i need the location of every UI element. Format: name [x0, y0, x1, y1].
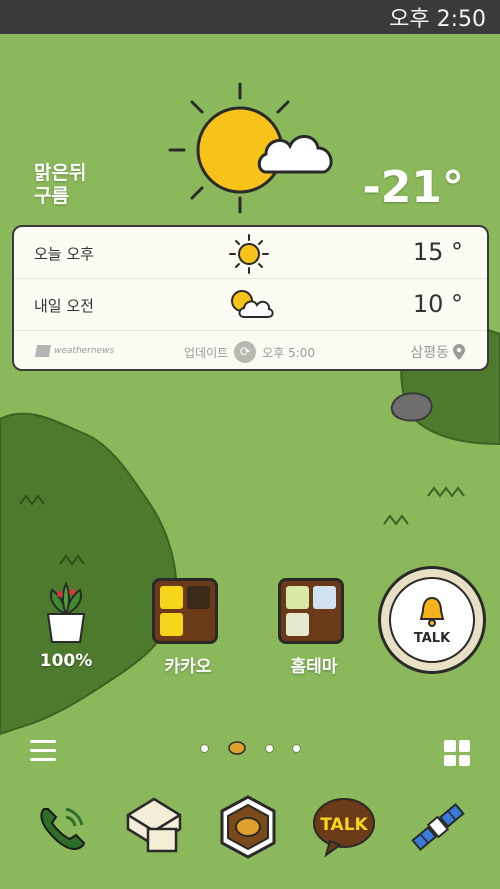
- home-theme-folder-icon: [278, 578, 344, 644]
- status-bar: 오후 2:50: [0, 0, 500, 34]
- condition-line2: 구름: [34, 185, 69, 207]
- current-page-icon[interactable]: [227, 740, 247, 756]
- plant-battery-icon: [46, 581, 86, 643]
- update-info[interactable]: 업데이트 ⟳ 오후 5:00: [184, 341, 315, 363]
- kakao-story-icon[interactable]: [216, 795, 280, 859]
- update-time: 오후 5:00: [262, 345, 316, 360]
- forecast-row: 오늘 오후 15 °: [14, 227, 487, 279]
- bell-icon: [419, 596, 445, 627]
- forecast-temp: 10 °: [412, 290, 463, 318]
- sun-icon: [229, 234, 269, 274]
- weather-card-footer: weathernews 업데이트 ⟳ 오후 5:00 삼평동: [14, 333, 487, 369]
- forecast-label: 오늘 오후: [34, 245, 94, 263]
- folder-label: 홈테마: [290, 657, 338, 677]
- forecast-temp: 15 °: [412, 238, 463, 266]
- current-temperature: -21°: [362, 162, 465, 213]
- kakao-folder-icon: [152, 578, 218, 644]
- battery-widget[interactable]: 100%: [26, 580, 106, 671]
- dock-talk-text: TALK: [320, 815, 368, 835]
- location-name: 삼평동: [410, 345, 449, 361]
- page-dot[interactable]: [200, 743, 209, 753]
- update-label: 업데이트: [184, 345, 229, 360]
- forecast-label: 내일 오전: [34, 297, 94, 315]
- menu-icon[interactable]: [30, 740, 56, 762]
- provider-name: weathernews: [54, 346, 115, 356]
- satellite-icon[interactable]: [406, 795, 470, 859]
- weather-condition: 맑은뒤 구름: [34, 162, 86, 208]
- sun-cloud-icon: [231, 290, 274, 318]
- condition-line1: 맑은뒤: [34, 162, 87, 184]
- kakao-talk-icon[interactable]: TALK: [312, 795, 376, 859]
- kakaotalk-alarm-widget[interactable]: TALK: [378, 566, 486, 674]
- forecast-row: 내일 오전 10 °: [14, 279, 487, 331]
- refresh-icon[interactable]: ⟳: [234, 341, 257, 363]
- app-drawer-icon[interactable]: [444, 740, 470, 766]
- message-icon[interactable]: [122, 795, 186, 859]
- weathernews-icon: [34, 345, 52, 357]
- folder-label: 카카오: [164, 657, 212, 677]
- page-dot[interactable]: [265, 743, 274, 753]
- rock-icon: [390, 392, 433, 422]
- alarm-text: TALK: [413, 630, 451, 646]
- battery-percent: 100%: [39, 651, 93, 671]
- weather-sun-cloud-icon: [168, 82, 333, 214]
- page-indicator: [200, 740, 301, 756]
- location-pin-icon: [453, 344, 465, 360]
- page-dot[interactable]: [292, 743, 301, 753]
- folder-kakao[interactable]: 카카오: [152, 578, 224, 677]
- location[interactable]: 삼평동: [410, 342, 465, 362]
- phone-icon[interactable]: [30, 795, 94, 859]
- status-time: 오후 2:50: [389, 7, 486, 32]
- weather-forecast-card[interactable]: 오늘 오후 15 ° 내일 오전 10 ° weathernews 업데이트 ⟳: [12, 225, 489, 371]
- provider-logo: weathernews: [34, 345, 115, 357]
- folder-home-theme[interactable]: 홈테마: [278, 578, 350, 677]
